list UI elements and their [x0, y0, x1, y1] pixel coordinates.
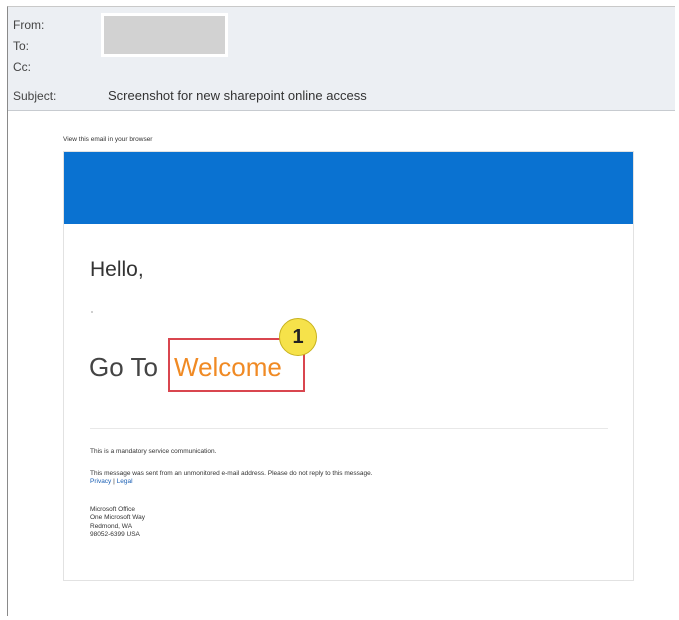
email-window: From: To: Cc: Subject: Screenshot for ne…	[7, 6, 675, 617]
email-body: View this email in your browser Hello, G…	[8, 111, 675, 617]
cc-label: Cc:	[13, 60, 31, 74]
subject-value: Screenshot for new sharepoint online acc…	[108, 88, 367, 103]
step-number-badge: 1	[279, 318, 317, 356]
footer-divider	[90, 428, 608, 429]
address-line-4: 98052-6399 USA	[90, 531, 140, 538]
email-header: From: To: Cc: Subject: Screenshot for ne…	[8, 7, 675, 111]
greeting-text: Hello,	[90, 258, 144, 281]
legal-link[interactable]: Legal	[117, 478, 133, 485]
privacy-link[interactable]: Privacy	[90, 478, 111, 485]
brand-banner	[64, 152, 633, 224]
from-label: From:	[13, 18, 45, 32]
view-in-browser-link[interactable]: View this email in your browser	[63, 136, 152, 143]
address-line-2: One Microsoft Way	[90, 514, 146, 521]
link-separator: |	[113, 478, 115, 485]
separator-dot	[91, 311, 93, 313]
from-redacted-box	[101, 13, 228, 57]
subject-label: Subject:	[13, 89, 57, 103]
to-label: To:	[13, 39, 30, 53]
welcome-link[interactable]: Welcome	[174, 352, 282, 383]
footer-mandatory-text: This is a mandatory service communicatio…	[90, 448, 217, 455]
goto-text: Go To	[89, 352, 158, 382]
email-card: Hello, Go To Welcome 1 This is a mandato…	[63, 151, 634, 581]
footer-links: Privacy | Legal	[90, 478, 133, 487]
